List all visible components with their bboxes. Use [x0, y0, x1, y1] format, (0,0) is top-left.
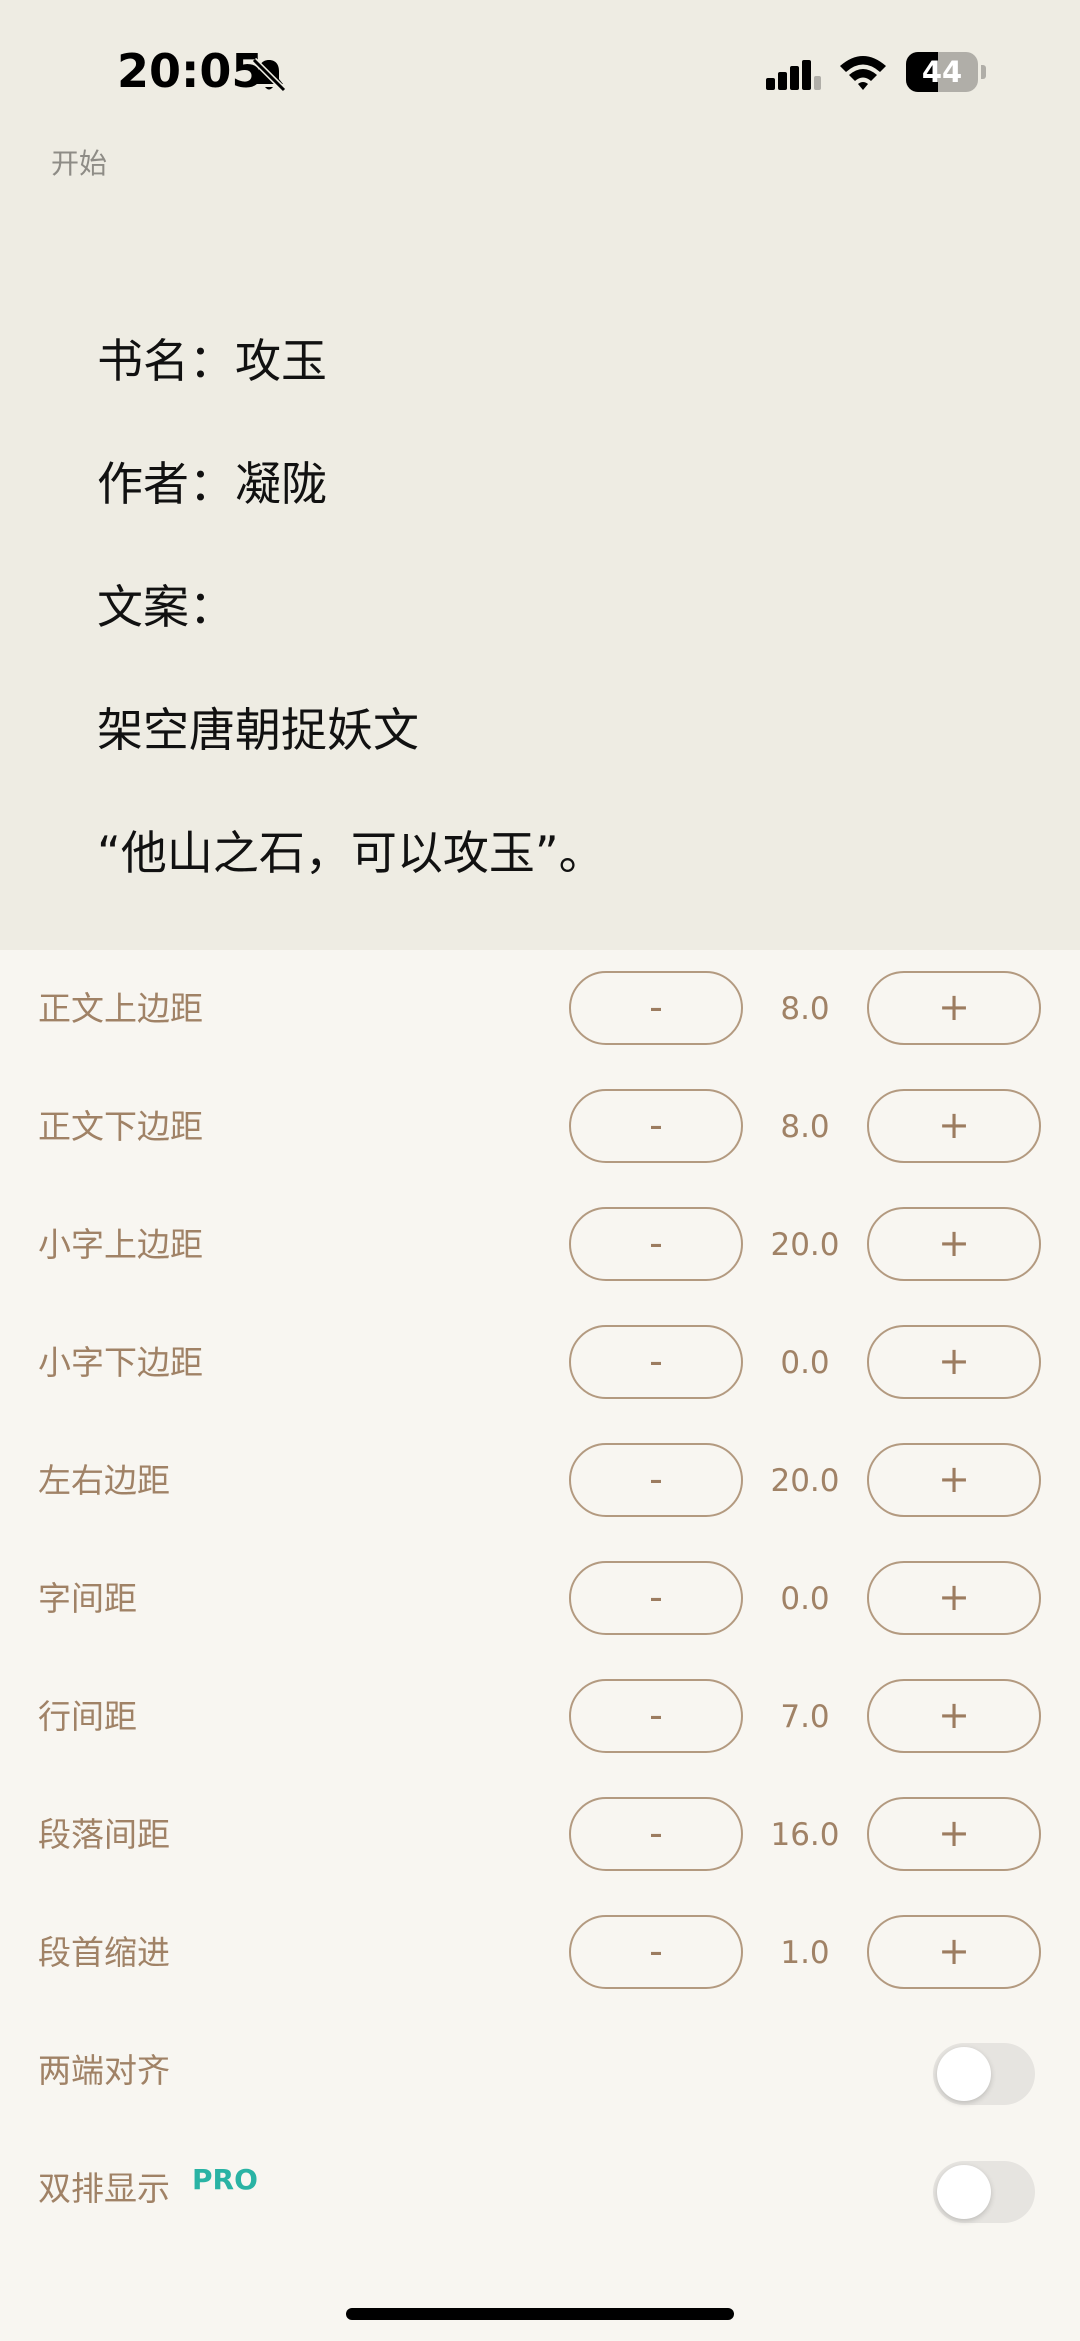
- setting-row-dual-column: 双排显示 PRO: [0, 2130, 1080, 2248]
- increase-button[interactable]: +: [867, 1915, 1041, 1989]
- decrease-button[interactable]: -: [569, 1679, 743, 1753]
- increase-button[interactable]: +: [867, 971, 1041, 1045]
- wifi-icon: [840, 56, 886, 90]
- decrease-button[interactable]: -: [569, 1325, 743, 1399]
- chapter-label: 开始: [51, 147, 108, 180]
- bell-off-icon: [251, 57, 287, 93]
- increase-button[interactable]: +: [867, 1089, 1041, 1163]
- setting-label: 小字下边距: [38, 1343, 203, 1382]
- book-line: “他山之石，可以攻玉”。: [97, 826, 605, 880]
- battery-icon: 44: [906, 52, 986, 92]
- setting-value: 20.0: [770, 1463, 840, 1499]
- setting-row-paragraph-spacing: 段落间距 - 16.0 +: [0, 1776, 1080, 1894]
- toggle-knob: [937, 2165, 991, 2219]
- setting-row-body-bottom-margin: 正文下边距 - 8.0 +: [0, 1068, 1080, 1186]
- setting-value: 20.0: [770, 1227, 840, 1263]
- setting-row-small-top-margin: 小字上边距 - 20.0 +: [0, 1186, 1080, 1304]
- setting-label: 字间距: [38, 1579, 137, 1618]
- setting-row-line-spacing: 行间距 - 7.0 +: [0, 1658, 1080, 1776]
- signal-icon: [766, 60, 821, 90]
- pro-badge: PRO: [192, 2163, 258, 2196]
- setting-label: 正文上边距: [38, 989, 203, 1028]
- setting-row-body-top-margin: 正文上边距 - 8.0 +: [0, 950, 1080, 1068]
- book-line: 文案：: [97, 580, 235, 634]
- decrease-button[interactable]: -: [569, 1561, 743, 1635]
- book-text: 书名：攻玉 作者：凝陇 文案： 架空唐朝捉妖文 “他山之石，可以攻玉”。: [97, 330, 605, 945]
- setting-label: 小字上边距: [38, 1225, 203, 1264]
- setting-row-justify: 两端对齐: [0, 2012, 1080, 2130]
- setting-value: 8.0: [780, 991, 830, 1027]
- decrease-button[interactable]: -: [569, 1797, 743, 1871]
- setting-row-first-line-indent: 段首缩进 - 1.0 +: [0, 1894, 1080, 2012]
- setting-row-letter-spacing: 字间距 - 0.0 +: [0, 1540, 1080, 1658]
- decrease-button[interactable]: -: [569, 1089, 743, 1163]
- dual-column-toggle[interactable]: [933, 2161, 1035, 2223]
- setting-label: 正文下边距: [38, 1107, 203, 1146]
- justify-toggle[interactable]: [933, 2043, 1035, 2105]
- decrease-button[interactable]: -: [569, 971, 743, 1045]
- increase-button[interactable]: +: [867, 1443, 1041, 1517]
- home-indicator[interactable]: [346, 2308, 734, 2320]
- decrease-button[interactable]: -: [569, 1207, 743, 1281]
- increase-button[interactable]: +: [867, 1325, 1041, 1399]
- decrease-button[interactable]: -: [569, 1915, 743, 1989]
- increase-button[interactable]: +: [867, 1679, 1041, 1753]
- setting-value: 0.0: [780, 1581, 830, 1617]
- setting-label: 两端对齐: [38, 2051, 170, 2090]
- increase-button[interactable]: +: [867, 1797, 1041, 1871]
- status-bar: 20:05 44: [0, 0, 1080, 140]
- status-time: 20:05: [117, 44, 264, 98]
- setting-value: 7.0: [780, 1699, 830, 1735]
- increase-button[interactable]: +: [867, 1561, 1041, 1635]
- setting-value: 8.0: [780, 1109, 830, 1145]
- battery-level: 44: [921, 55, 963, 89]
- book-line: 架空唐朝捉妖文: [97, 703, 419, 757]
- setting-row-small-bottom-margin: 小字下边距 - 0.0 +: [0, 1304, 1080, 1422]
- book-line: 书名：攻玉: [97, 334, 327, 388]
- book-line: 作者：凝陇: [97, 457, 327, 511]
- toggle-knob: [937, 2047, 991, 2101]
- decrease-button[interactable]: -: [569, 1443, 743, 1517]
- setting-value: 1.0: [780, 1935, 830, 1971]
- setting-label: 段落间距: [38, 1815, 170, 1854]
- setting-label: 双排显示: [38, 2169, 170, 2208]
- setting-value: 0.0: [780, 1345, 830, 1381]
- setting-label: 段首缩进: [38, 1933, 170, 1972]
- setting-row-side-margin: 左右边距 - 20.0 +: [0, 1422, 1080, 1540]
- setting-label: 左右边距: [38, 1461, 170, 1500]
- reader-preview: 20:05 44 开始 书名：攻玉 作者：凝陇 文案： 架空唐朝捉妖文 “他山之…: [0, 0, 1080, 950]
- setting-value: 16.0: [770, 1817, 840, 1853]
- setting-label: 行间距: [38, 1697, 137, 1736]
- layout-settings-panel: 正文上边距 - 8.0 + 正文下边距 - 8.0 + 小字上边距 - 20.0…: [0, 950, 1080, 2341]
- increase-button[interactable]: +: [867, 1207, 1041, 1281]
